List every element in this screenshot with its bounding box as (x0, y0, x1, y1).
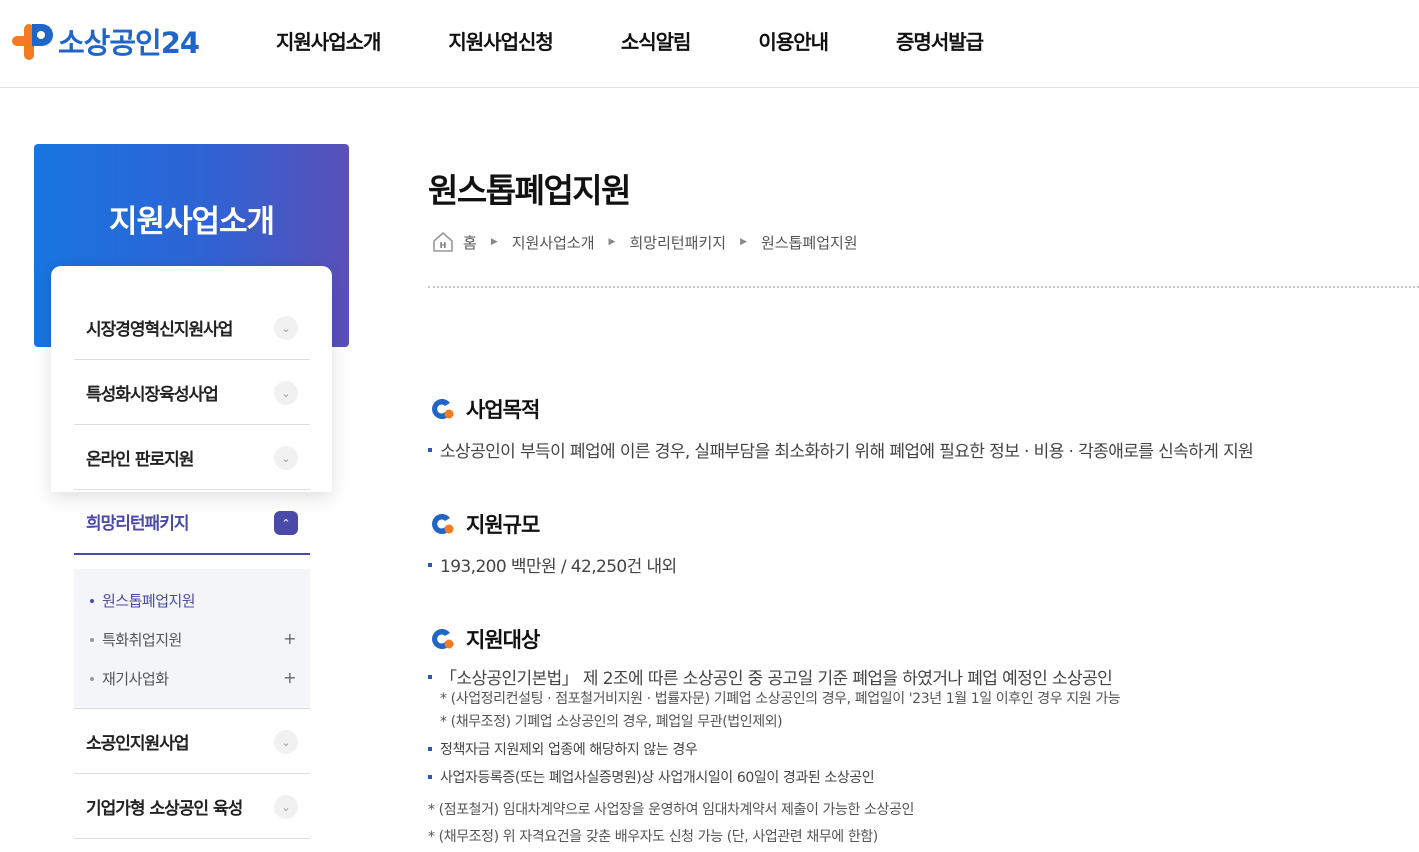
nav-item-support-intro[interactable]: 지원사업소개 (276, 26, 381, 55)
chevron-right-icon: ▶ (740, 237, 747, 247)
plus-p-logo-icon (12, 24, 53, 60)
sidebar-item-small-manufacturer[interactable]: 소공인지원사업 ⌄ (74, 709, 310, 774)
breadcrumb: H 홈 ▶ 지원사업소개 ▶ 희망리턴패키지 ▶ 원스톱폐업지원 (432, 231, 858, 253)
section-bullet-icon (432, 514, 454, 534)
chevron-down-icon[interactable]: ⌄ (274, 446, 298, 470)
sidebar-submenu: 원스톱폐업지원 특화취업지원 + 재기사업화 + (74, 569, 310, 709)
chevron-up-icon[interactable]: ⌃ (274, 511, 298, 535)
submenu-item-restart-business[interactable]: 재기사업화 + (74, 659, 310, 698)
bullet-square-icon (428, 747, 432, 751)
section-bullet-icon (432, 399, 454, 419)
breadcrumb-item[interactable]: 희망리턴패키지 (629, 232, 726, 253)
section-line-text: 정책자금 지원제외 업종에 해당하지 않는 경우 (440, 742, 698, 758)
nav-item-support-apply[interactable]: 지원사업신청 (448, 26, 553, 55)
sidebar-item-label: 기업가형 소상공인 육성 (86, 798, 243, 819)
bullet-dot-icon (90, 676, 94, 681)
note: * (점포철거) 임대차계약으로 사업장을 운영하여 임대차계약서 제출이 가능… (428, 802, 914, 818)
breadcrumb-item[interactable]: 지원사업소개 (512, 232, 595, 253)
sidebar-banner-title: 지원사업소개 (108, 204, 275, 240)
note: * (채무조정) 위 자격요건을 갖춘 배우자도 신청 가능 (단, 사업관련 … (428, 829, 878, 845)
nav-item-news[interactable]: 소식알림 (621, 26, 692, 55)
section-line: 정책자금 지원제외 업종에 해당하지 않는 경우 (428, 739, 698, 759)
section-line: 소상공인이 부득이 폐업에 이른 경우, 실패부담을 최소화하기 위해 폐업에 … (428, 437, 1254, 462)
submenu-item-label: 특화취업지원 (102, 631, 182, 649)
site-header: 소상공인24 지원사업소개 지원사업신청 소식알림 이용안내 증명서발급 (0, 0, 1419, 88)
logo[interactable]: 소상공인24 (12, 20, 200, 62)
section-bullet-icon (432, 629, 454, 649)
chevron-right-icon: ▶ (490, 237, 498, 247)
section-line-text: 「소상공인기본법」 제 2조에 따른 소상공인 중 공고일 기준 폐업을 하였거… (440, 669, 1113, 689)
section-line: 사업자등록증(또는 폐업사실증명원)상 사업개시일이 60일이 경과된 소상공인 (428, 767, 875, 787)
section-line: 193,200 백만원 / 42,250건 내외 (428, 552, 677, 577)
main-nav: 지원사업소개 지원사업신청 소식알림 이용안내 증명서발급 (276, 26, 1051, 55)
section-line-text: 193,200 백만원 / 42,250건 내외 (440, 557, 677, 577)
nav-item-certificate[interactable]: 증명서발급 (896, 26, 984, 55)
chevron-down-icon[interactable]: ⌄ (274, 730, 298, 754)
chevron-right-icon: ▶ (608, 237, 616, 247)
sidebar-item-online-sales[interactable]: 온라인 판로지원 ⌄ (74, 425, 310, 490)
plus-icon[interactable]: + (283, 629, 296, 648)
logo-text: 소상공인24 (58, 26, 200, 60)
section-line-text: 사업자등록증(또는 폐업사실증명원)상 사업개시일이 60일이 경과된 소상공인 (440, 770, 875, 786)
sidebar-item-specialized-market[interactable]: 특성화시장육성사업 ⌄ (74, 360, 310, 425)
bullet-square-icon (428, 775, 432, 779)
bullet-dot-icon (90, 598, 94, 603)
section-title-purpose: 사업목적 (428, 394, 540, 424)
section-title-text: 지원규모 (466, 513, 540, 537)
sidebar-item-label: 시장경영혁신지원사업 (86, 319, 233, 340)
bullet-square-icon (428, 674, 432, 679)
sub-note: * (사업정리컨설팅 · 점포철거비지원 · 법률자문) 기폐업 소상공인의 경… (440, 691, 1121, 707)
submenu-item-employment[interactable]: 특화취업지원 + (74, 620, 310, 659)
breadcrumb-current: 원스톱폐업지원 (761, 233, 858, 252)
sidebar-item-hope-return[interactable]: 희망리턴패키지 ⌃ (74, 490, 310, 555)
page-title: 원스톱폐업지원 (428, 171, 632, 210)
bullet-dot-icon (90, 637, 94, 642)
submenu-item-onestop-closure[interactable]: 원스톱폐업지원 (74, 581, 310, 620)
sidebar-item-label: 온라인 판로지원 (86, 449, 194, 470)
section-title-target: 지원대상 (428, 624, 540, 654)
sidebar-item-label: 희망리턴패키지 (86, 514, 189, 534)
sidebar-item-market-innovation[interactable]: 시장경영혁신지원사업 ⌄ (74, 295, 310, 360)
bullet-square-icon (428, 562, 432, 567)
plus-icon[interactable]: + (283, 668, 296, 687)
sidebar-item-label: 특성화시장육성사업 (86, 384, 219, 405)
divider (428, 286, 1419, 288)
section-line-text: 소상공인이 부득이 폐업에 이른 경우, 실패부담을 최소화하기 위해 폐업에 … (440, 442, 1254, 462)
sidebar-menu: 시장경영혁신지원사업 ⌄ 특성화시장육성사업 ⌄ 온라인 판로지원 ⌄ 희망리턴… (74, 295, 310, 839)
svg-text:H: H (440, 241, 447, 250)
home-icon[interactable]: H (432, 231, 454, 253)
submenu-item-label: 재기사업화 (102, 670, 169, 688)
section-title-text: 지원대상 (466, 628, 540, 652)
section-title-text: 사업목적 (466, 398, 540, 422)
sidebar-item-label: 소공인지원사업 (86, 733, 189, 754)
breadcrumb-home[interactable]: 홈 (463, 232, 477, 253)
bullet-square-icon (428, 447, 432, 452)
submenu-item-label: 원스톱폐업지원 (102, 592, 196, 610)
section-line: 「소상공인기본법」 제 2조에 따른 소상공인 중 공고일 기준 폐업을 하였거… (428, 664, 1113, 689)
section-title-scale: 지원규모 (428, 509, 540, 539)
nav-item-guide[interactable]: 이용안내 (758, 26, 829, 55)
chevron-down-icon[interactable]: ⌄ (274, 381, 298, 405)
sidebar-item-entrepreneurial[interactable]: 기업가형 소상공인 육성 ⌄ (74, 774, 310, 839)
sub-note: * (채무조정) 기폐업 소상공인의 경우, 폐업일 무관(법인제외) (440, 714, 783, 730)
chevron-down-icon[interactable]: ⌄ (274, 795, 298, 819)
chevron-down-icon[interactable]: ⌄ (274, 316, 298, 340)
